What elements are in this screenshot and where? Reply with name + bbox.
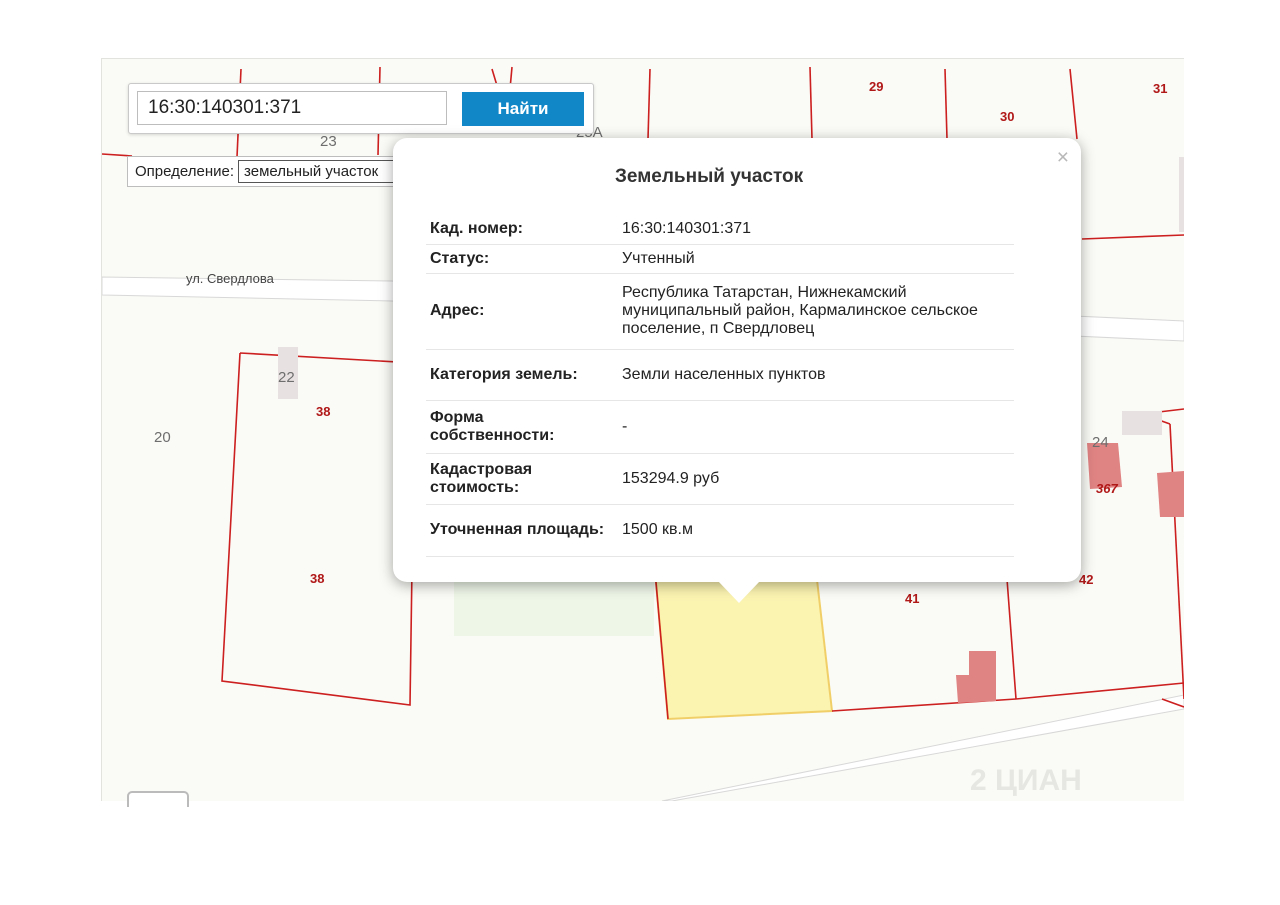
popup-pointer (718, 581, 760, 603)
house-number: 22 (278, 369, 295, 386)
row-key: Форма собственности: (426, 400, 614, 454)
row-key: Категория земель: (426, 349, 614, 401)
parcel-label: 38 (310, 571, 325, 586)
row-key: Адрес: (426, 273, 614, 350)
row-key: Статус: (426, 244, 614, 274)
watermark: 2 ЦИАН (970, 764, 1082, 797)
row-value: 1500 кв.м (614, 504, 1014, 557)
row-value: Республика Татарстан, Нижнекамский муниц… (614, 273, 1014, 350)
house-number: 20 (154, 429, 171, 446)
close-icon[interactable]: × (1057, 146, 1069, 170)
row-value: 16:30:140301:371 (614, 215, 1014, 245)
definition-selected: земельный участок (244, 163, 379, 180)
parcel-info-popup: × Земельный участок Кад. номер: 16:30:14… (393, 138, 1081, 603)
parcel-label: 41 (905, 591, 920, 606)
table-row: Кад. номер: 16:30:140301:371 (426, 215, 1014, 245)
row-key: Кад. номер: (426, 215, 614, 245)
info-table-scroll[interactable]: Кад. номер: 16:30:140301:371 Статус: Учт… (426, 215, 1047, 558)
row-value: Учтенный (614, 244, 1014, 274)
row-value: 153294.9 руб (614, 453, 1014, 505)
house-number: 23 (320, 133, 337, 150)
cadastral-number-input[interactable] (137, 91, 447, 125)
row-value: Земли населенных пунктов (614, 349, 1014, 401)
parcel-label: 367 (1096, 481, 1118, 496)
zoom-control[interactable] (127, 791, 189, 807)
table-row: Форма собственности: - (426, 400, 1014, 454)
row-key: Кадастровая стоимость: (426, 453, 614, 505)
table-row: Кадастровая стоимость: 153294.9 руб (426, 453, 1014, 505)
parcel-label: 38 (316, 404, 331, 419)
table-row: Категория земель: Земли населенных пункт… (426, 349, 1014, 401)
parcel-label: 31 (1153, 81, 1168, 96)
search-button[interactable]: Найти (462, 92, 584, 126)
parcel-label: 30 (1000, 109, 1015, 124)
table-row: Статус: Учтенный (426, 244, 1014, 274)
info-table: Кад. номер: 16:30:140301:371 Статус: Учт… (426, 215, 1014, 557)
table-row: Уточненная площадь: 1500 кв.м (426, 504, 1014, 557)
search-panel: Найти (128, 83, 594, 134)
row-key: Уточненная площадь: (426, 504, 614, 557)
row-value: - (614, 400, 1014, 454)
popup-title: Земельный участок (615, 166, 804, 187)
house-number: 24 (1092, 434, 1109, 451)
definition-label: Определение: (135, 163, 235, 180)
parcel-label: 29 (869, 79, 884, 94)
table-row: Адрес: Республика Татарстан, Нижнекамски… (426, 273, 1014, 350)
parcel-label: 42 (1079, 572, 1094, 587)
street-name: ул. Свердлова (186, 271, 274, 286)
